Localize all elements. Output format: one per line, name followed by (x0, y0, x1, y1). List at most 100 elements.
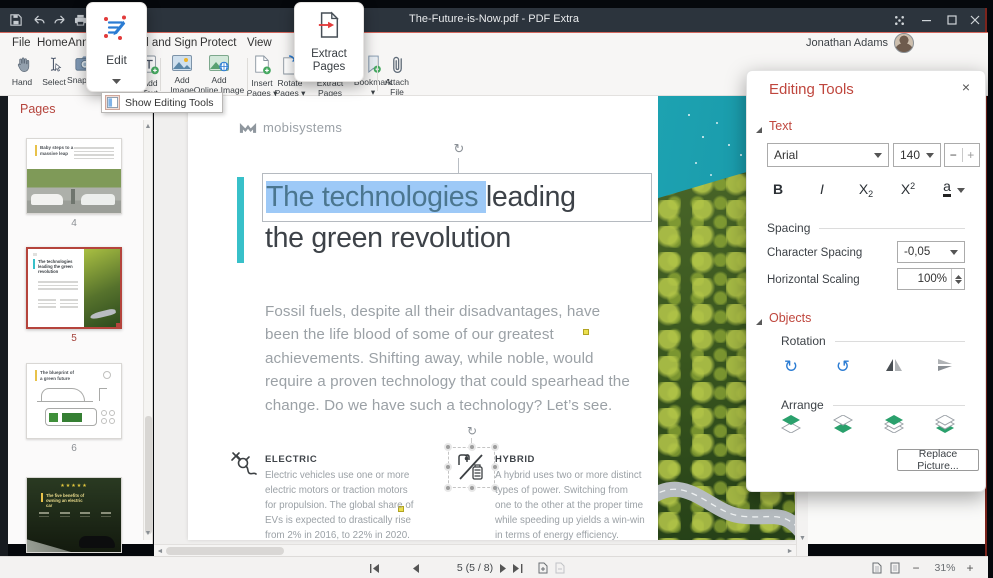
mobisystems-logo-mark (239, 121, 257, 134)
previous-view-button[interactable] (536, 561, 550, 575)
avatar[interactable] (894, 33, 914, 53)
page-indicator[interactable]: 5 (5 / 8) (445, 561, 505, 575)
bring-to-front-button[interactable] (779, 415, 803, 435)
selection-handle[interactable] (444, 443, 452, 451)
zoom-level[interactable]: 31% (928, 561, 962, 575)
collapse-icon[interactable] (755, 313, 763, 321)
page-thumbnail-7[interactable]: ★★★★★ The five benefits of owning an ele… (26, 477, 122, 553)
rotate-handle-icon[interactable]: ↻ (464, 424, 480, 438)
toolbar-separator (160, 58, 161, 91)
horizontal-scrollbar-thumb[interactable] (166, 547, 284, 555)
electric-heading: ELECTRIC (265, 454, 425, 465)
menu-file[interactable]: File (12, 37, 31, 49)
collapse-icon[interactable] (755, 121, 763, 129)
title-line-2: the green revolution (265, 222, 511, 255)
field-marker[interactable] (583, 329, 589, 335)
last-page-button[interactable] (511, 561, 525, 575)
minimize-button[interactable] (916, 12, 938, 28)
subscript-button[interactable]: X2 (851, 173, 881, 197)
page-thumbnail-5-selected[interactable]: The technologies leading the green revol… (26, 247, 122, 329)
car-photo (79, 536, 115, 548)
scroll-down-icon[interactable]: ▼ (797, 535, 808, 542)
dots-menu-icon[interactable] (888, 12, 910, 28)
character-spacing-label: Character Spacing (767, 247, 862, 259)
hybrid-icon-selection[interactable] (448, 447, 495, 488)
divider (819, 228, 965, 229)
car-sketch (41, 388, 85, 401)
replace-picture-button[interactable]: Replace Picture... (897, 449, 979, 471)
superscript-button[interactable]: X2 (893, 173, 923, 197)
single-page-view-icon[interactable] (870, 561, 884, 575)
menu-protect[interactable]: Protect (200, 37, 236, 49)
flip-horizontal-button[interactable] (882, 357, 906, 377)
selection-handle[interactable] (444, 463, 452, 471)
scroll-down-icon[interactable]: ▼ (144, 530, 152, 537)
previous-page-button[interactable] (408, 561, 422, 575)
horizontal-scrollbar[interactable]: ◄ ► (154, 544, 796, 556)
font-size-select[interactable]: 140 (893, 143, 941, 167)
edit-icon (102, 13, 132, 48)
font-color-button[interactable]: a (935, 173, 973, 197)
toolbar-separator (377, 58, 378, 91)
account-name: Jonathan Adams (780, 37, 888, 49)
document-viewport[interactable]: mobisystems ↻ The technologies leading t… (154, 96, 808, 544)
electric-plug-icon (230, 450, 258, 483)
rotate-clockwise-button[interactable]: ↻ (779, 357, 803, 377)
spinner-arrows[interactable] (951, 269, 964, 289)
bold-button[interactable]: B (763, 173, 793, 197)
close-button[interactable] (964, 12, 986, 28)
horizontal-scaling-label: Horizontal Scaling (767, 274, 860, 286)
page-thumbnail-4[interactable]: Baby steps to a massive leap (26, 138, 122, 214)
menu-view[interactable]: View (247, 37, 272, 49)
selection-handle[interactable] (468, 484, 476, 492)
rotate-counterclockwise-button[interactable]: ↺ (831, 357, 855, 377)
edit-callout-label: Edit (106, 53, 127, 67)
restore-button[interactable] (941, 12, 963, 28)
scroll-left-icon[interactable]: ◄ (156, 548, 164, 555)
menu-home[interactable]: Home (37, 37, 68, 49)
zoom-in-button[interactable]: + (962, 561, 978, 575)
selection-handle[interactable] (491, 443, 499, 451)
thumbnail-photo (84, 249, 120, 327)
add-online-image-button[interactable]: Add Online Image (193, 55, 245, 96)
zoom-out-button[interactable]: − (908, 561, 924, 575)
character-spacing-select[interactable]: -0,05 (897, 241, 965, 263)
spacing-label: Spacing (767, 221, 810, 235)
increase-size-button[interactable]: + (963, 148, 980, 162)
continuous-view-icon[interactable] (888, 561, 902, 575)
sidebar-scrollbar[interactable]: ▲ ▼ (143, 120, 152, 540)
attach-file-button[interactable]: Attach File (380, 55, 414, 98)
hand-tool-button[interactable]: Hand (6, 55, 38, 87)
add-image-icon (172, 55, 192, 75)
rotation-label: Rotation (781, 334, 826, 348)
panel-close-button[interactable]: × (957, 79, 975, 95)
hybrid-heading: HYBRID (495, 454, 675, 465)
font-family-select[interactable]: Arial (767, 143, 889, 167)
pdf-page[interactable]: mobisystems ↻ The technologies leading t… (188, 96, 795, 540)
next-page-button[interactable] (497, 561, 511, 575)
italic-button[interactable]: I (807, 173, 837, 197)
decrease-size-button[interactable]: − (945, 148, 963, 162)
send-backward-button[interactable] (933, 415, 957, 435)
insert-pages-icon (253, 55, 271, 78)
rotate-handle-icon[interactable]: ↻ (451, 142, 467, 157)
accent-bar (35, 145, 37, 156)
sidebar-scrollbar-thumb[interactable] (145, 416, 152, 534)
scroll-right-icon[interactable]: ► (786, 548, 794, 555)
chevron-down-icon (926, 153, 934, 158)
first-page-button[interactable] (368, 561, 382, 575)
edit-callout[interactable]: Edit (86, 2, 147, 92)
horizontal-scaling-spinner[interactable]: 100% (897, 268, 965, 290)
divider (833, 405, 965, 406)
extract-pages-callout[interactable]: Extract Pages (294, 2, 364, 82)
selection-handle[interactable] (444, 484, 452, 492)
flip-vertical-button[interactable] (933, 357, 957, 377)
selection-handle[interactable] (468, 443, 476, 451)
page-thumbnail-6[interactable]: The blueprint of a green future (26, 363, 122, 439)
resize-handle[interactable] (116, 323, 121, 328)
next-view-button[interactable] (553, 561, 567, 575)
bring-forward-button[interactable] (882, 415, 906, 435)
title-text-edit-box[interactable]: The technologies leading (262, 173, 652, 222)
scroll-up-icon[interactable]: ▲ (144, 123, 152, 130)
send-to-back-button[interactable] (831, 415, 855, 435)
